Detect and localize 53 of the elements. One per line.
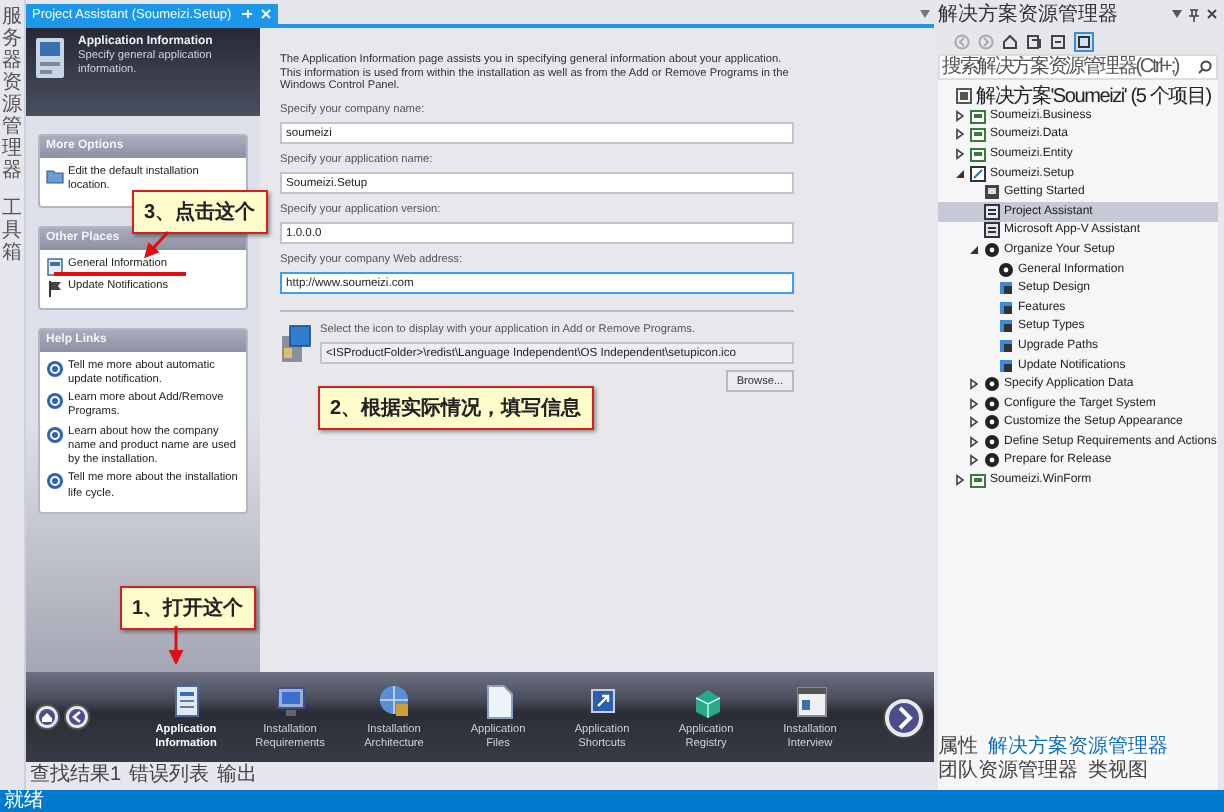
globe-icon [375, 682, 413, 721]
document-icon [46, 257, 64, 276]
setup-project-icon [970, 165, 986, 182]
flag-icon [46, 279, 64, 298]
project-icon [970, 472, 986, 489]
status-text: 就绪 [4, 790, 44, 812]
window-icon [791, 682, 829, 721]
setup-icon [280, 324, 312, 365]
collapsed-arrow-icon[interactable] [954, 109, 966, 122]
search-icon [1198, 60, 1212, 74]
collapsed-arrow-icon[interactable] [968, 416, 980, 429]
dropdown-icon[interactable] [1172, 10, 1182, 18]
dropdown-icon[interactable] [920, 10, 930, 18]
arrow [168, 626, 184, 665]
panel-tab[interactable]: 查找结果1 [30, 764, 122, 788]
page-icon [984, 184, 1000, 201]
collapse-icon[interactable] [1050, 33, 1066, 49]
close-icon[interactable] [1206, 8, 1218, 20]
callout-note: 3、点击这个 [132, 190, 268, 234]
panel-tab[interactable]: 团队资源管理器 [938, 760, 1078, 784]
forward-icon[interactable] [882, 695, 926, 739]
expanded-arrow-icon[interactable] [968, 243, 980, 256]
collapsed-arrow-icon[interactable] [968, 454, 980, 467]
arrow [143, 231, 170, 259]
computer-icon [271, 682, 309, 721]
panel-tab[interactable]: 类视图 [1088, 760, 1148, 784]
computer-icon [34, 36, 70, 80]
panel-tab[interactable]: 输出 [217, 764, 258, 788]
solution-icon [956, 87, 972, 103]
pages-icon[interactable] [1026, 33, 1042, 49]
collapsed-arrow-icon[interactable] [968, 397, 980, 410]
callout-note: 1、打开这个 [120, 586, 256, 630]
collapsed-arrow-icon[interactable] [954, 128, 966, 141]
show-files-icon[interactable] [1074, 31, 1094, 51]
expanded-arrow-icon[interactable] [954, 167, 966, 180]
panel-tab[interactable]: 属性 [938, 736, 978, 760]
folder-icon [46, 166, 64, 184]
callout-note: 2、根据实际情况，填写信息 [318, 386, 594, 430]
help-icon [46, 472, 64, 491]
collapsed-arrow-icon[interactable] [954, 147, 966, 160]
panel-tab[interactable]: 错误列表 [129, 764, 210, 788]
home-icon[interactable] [34, 704, 60, 730]
back-icon[interactable] [64, 704, 90, 730]
collapsed-arrow-icon[interactable] [968, 435, 980, 448]
panel-tab[interactable]: 解决方案资源管理器 [988, 736, 1168, 760]
underline-mark [54, 272, 186, 276]
collapsed-arrow-icon[interactable] [968, 378, 980, 391]
home-icon[interactable] [1002, 33, 1018, 49]
panel-title: 解决方案资源管理器 [938, 1, 1118, 28]
collapsed-arrow-icon[interactable] [954, 474, 966, 487]
tree-item[interactable]: 解决方案'Soumeizi' (5 个项目) [938, 84, 1218, 106]
side-tab[interactable]: 工具箱 [2, 198, 22, 264]
side-tab[interactable]: 服务器资源管理器 [2, 6, 22, 182]
